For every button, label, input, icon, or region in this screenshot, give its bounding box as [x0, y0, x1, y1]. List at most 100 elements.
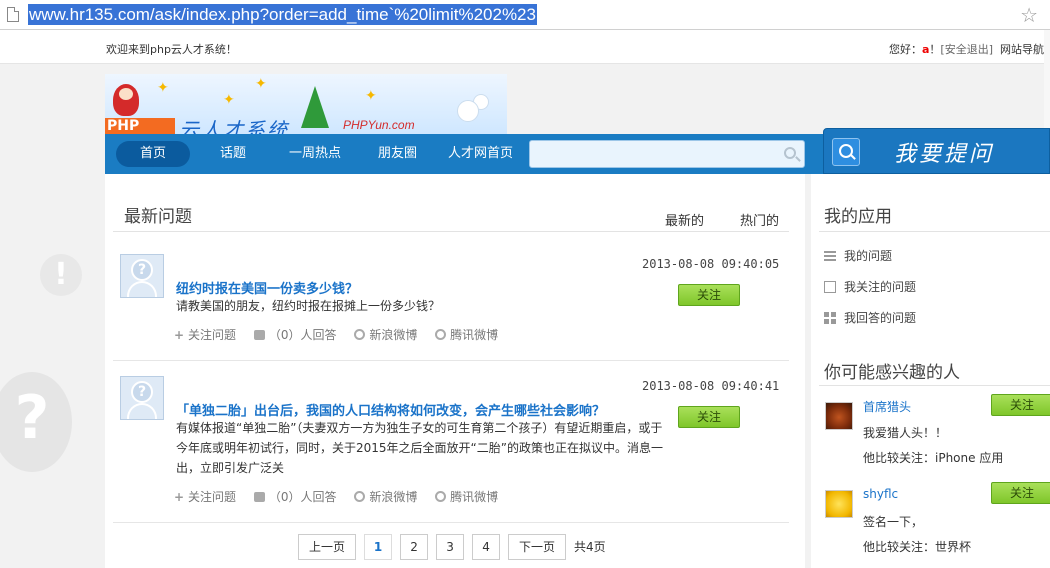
list-icon	[824, 251, 836, 261]
app-answered-questions[interactable]: 我回答的问题	[824, 309, 916, 326]
ask-question-button[interactable]: 我要提问	[823, 128, 1050, 174]
comment-icon	[253, 492, 265, 502]
nav-item-friends[interactable]: 朋友圈	[378, 134, 417, 174]
question-title-link[interactable]: 纽约时报在美国一份卖多少钱？	[176, 278, 358, 297]
share-sina-weibo[interactable]: 新浪微博	[354, 488, 417, 505]
site-nav-link[interactable]: 网站导航	[1000, 43, 1044, 56]
tab-hot[interactable]: 热门的	[740, 210, 779, 229]
page-1-button[interactable]: 1	[364, 534, 393, 560]
comment-icon	[253, 330, 265, 340]
avatar[interactable]: ?	[120, 376, 164, 420]
page-3-button[interactable]: 3	[436, 534, 465, 560]
question-time: 2013-08-08 09:40:41	[642, 379, 780, 393]
user-status: 您好：a！[安全退出] 网站导航	[889, 41, 1044, 57]
answers-link[interactable]: （0）人回答	[253, 326, 336, 343]
logo-brand-text: 云人才系统	[179, 118, 289, 134]
divider	[113, 360, 789, 361]
site-banner-logo[interactable]: ✦ ✦ ✦ ✦ PHP 云人才系统 PHPYun.com	[105, 74, 507, 134]
page-total: 共4页	[574, 540, 606, 554]
nav-item-topics[interactable]: 话题	[220, 134, 246, 174]
app-my-questions[interactable]: 我的问题	[824, 247, 892, 264]
divider	[113, 231, 789, 232]
person-bio: 我爱猎人头！！	[863, 426, 948, 440]
url-text[interactable]: www.hr135.com/ask/index.php?order=add_ti…	[28, 4, 537, 25]
star-decoration-icon: ✦	[365, 88, 377, 104]
question-time: 2013-08-08 09:40:05	[642, 257, 780, 271]
checkbox-icon	[824, 281, 836, 293]
default-user-icon: ?	[131, 259, 153, 281]
my-apps-title: 我的应用	[824, 207, 892, 227]
app-followed-questions[interactable]: 我关注的问题	[824, 278, 916, 295]
avatar[interactable]	[825, 402, 853, 430]
answers-link[interactable]: （0）人回答	[253, 488, 336, 505]
share-tencent-weibo[interactable]: 腾讯微博	[435, 488, 498, 505]
tab-latest[interactable]: 最新的	[665, 210, 704, 229]
divider	[819, 385, 1050, 386]
share-tencent-weibo[interactable]: 腾讯微博	[435, 326, 498, 343]
person-interests: 他比较关注：世界杯	[863, 540, 972, 554]
logo-php-text: PHP	[105, 118, 175, 134]
nav-item-talent-home[interactable]: 人才网首页	[448, 134, 513, 174]
follow-question-link[interactable]: + 关注问题	[174, 326, 236, 343]
browser-address-bar[interactable]: www.hr135.com/ask/index.php?order=add_ti…	[0, 0, 1050, 30]
divider	[819, 231, 1050, 232]
ask-question-label: 我要提问	[894, 142, 995, 167]
grid-icon	[824, 312, 836, 324]
star-decoration-icon: ✦	[157, 80, 169, 96]
question-title-link[interactable]: 「单独二胎」出台后，我国的人口结构将如何改变，会产生哪些社会影响？	[176, 400, 605, 419]
greeting-exclaim: ！	[929, 43, 941, 56]
follow-button[interactable]: 关注	[678, 284, 740, 306]
background-question-icon: ?	[0, 372, 72, 472]
question-actions: + 关注问题 （0）人回答 新浪微博 腾讯微博	[174, 326, 512, 343]
plus-icon: +	[174, 490, 185, 504]
question-list-panel: 最新问题 最新的 热门的 ? 2013-08-08 09:40:05 关注 纽约…	[105, 174, 805, 568]
person-bio: 签名一下，	[863, 515, 924, 529]
page-document-icon	[7, 7, 19, 22]
top-welcome-bar: 欢迎来到php云人才系统！ 您好：a！[安全退出] 网站导航	[0, 30, 1050, 64]
page-4-button[interactable]: 4	[472, 534, 501, 560]
christmas-tree-icon	[301, 86, 329, 128]
section-title: 最新问题	[124, 207, 192, 227]
follow-question-link[interactable]: + 关注问题	[174, 488, 236, 505]
sina-weibo-icon	[354, 329, 366, 340]
avatar[interactable]: ?	[120, 254, 164, 298]
plus-icon: +	[174, 328, 185, 342]
divider	[113, 522, 789, 523]
sina-weibo-icon	[354, 491, 366, 502]
prev-page-button[interactable]: 上一页	[298, 534, 357, 560]
magnifier-icon	[832, 138, 860, 166]
question-summary: 有媒体报道“单独二胎”（夫妻双方一方为独生子女的可生育第二个孩子）有望近期重启，…	[176, 421, 663, 475]
nav-item-home[interactable]: 首页	[116, 141, 190, 167]
share-sina-weibo[interactable]: 新浪微博	[354, 326, 417, 343]
search-input[interactable]	[529, 140, 805, 168]
page-2-button[interactable]: 2	[400, 534, 429, 560]
person-name-link[interactable]: 首席猎头	[863, 398, 911, 415]
tencent-weibo-icon	[435, 329, 447, 340]
question-actions: + 关注问题 （0）人回答 新浪微博 腾讯微博	[174, 488, 512, 505]
star-decoration-icon: ✦	[223, 92, 235, 108]
greeting-label: 您好：	[888, 43, 922, 56]
follow-button[interactable]: 关注	[678, 406, 740, 428]
nav-item-weekly-hot[interactable]: 一周热点	[289, 134, 341, 174]
follow-person-button[interactable]: 关注	[991, 394, 1050, 416]
avatar[interactable]	[825, 490, 853, 518]
person-interests: 他比较关注：iPhone 应用	[863, 451, 1004, 465]
santa-icon	[113, 84, 139, 116]
question-summary: 请教美国的朋友，纽约时报在报摊上一份多少钱？	[176, 299, 441, 313]
bookmark-star-icon[interactable]: ☆	[1020, 3, 1038, 27]
people-title: 你可能感兴趣的人	[824, 363, 960, 383]
logo-site-text: PHPYun.com	[343, 118, 415, 132]
background-warning-icon: !	[40, 254, 82, 296]
sidebar: 我的应用 我的问题 我关注的问题 我回答的问题 你可能感兴趣的人 首席猎头 关注…	[811, 174, 1050, 568]
person-name-link[interactable]: shyflc	[863, 487, 898, 501]
star-decoration-icon: ✦	[255, 76, 267, 92]
tencent-weibo-icon	[435, 491, 447, 502]
default-user-icon: ?	[131, 381, 153, 403]
next-page-button[interactable]: 下一页	[508, 534, 567, 560]
search-icon[interactable]	[784, 147, 796, 159]
logout-link[interactable]: [安全退出]	[940, 43, 993, 56]
follow-person-button[interactable]: 关注	[991, 482, 1050, 504]
pagination: 上一页 1 2 3 4 下一页 共4页	[298, 534, 606, 560]
welcome-text: 欢迎来到php云人才系统！	[106, 43, 237, 56]
main-navigation: 首页 话题 一周热点 朋友圈 人才网首页	[105, 134, 823, 174]
